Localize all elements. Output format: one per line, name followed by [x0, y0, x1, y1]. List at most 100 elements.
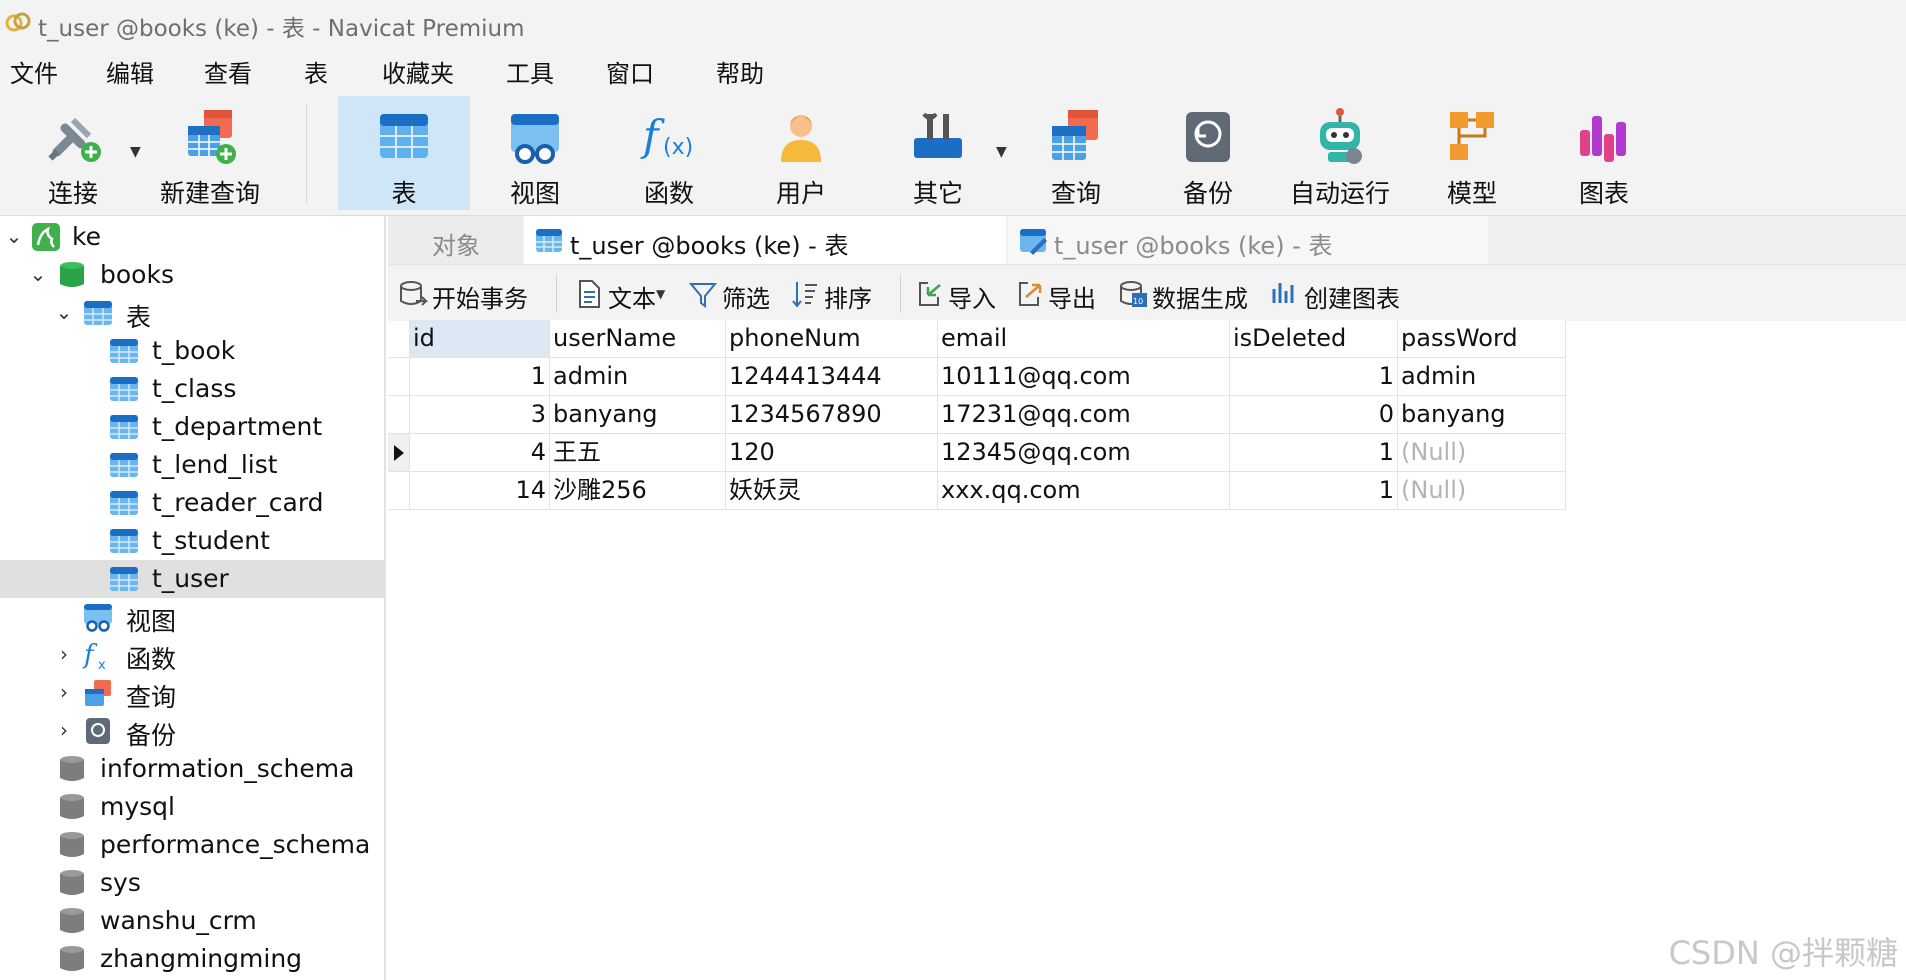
cell-email[interactable]: 12345@qq.com [938, 434, 1230, 472]
new-query-button[interactable]: 新建查询 [152, 96, 268, 210]
menu-view[interactable]: 查看 [204, 54, 252, 89]
cell-username[interactable]: 王五 [550, 434, 726, 472]
function-button[interactable]: f (x) 函数 [614, 96, 724, 210]
table-icon [110, 377, 138, 401]
tree-table-t-user[interactable]: t_user [0, 560, 384, 598]
model-button[interactable]: 模型 [1418, 96, 1526, 210]
tree-table-t-class[interactable]: t_class [0, 370, 384, 408]
column-header-id[interactable]: id [410, 320, 550, 358]
tree-database-sys[interactable]: sys [0, 864, 384, 902]
view-button[interactable]: 视图 [480, 96, 590, 210]
database-closed-icon [60, 794, 84, 819]
cell-id[interactable]: 1 [410, 358, 550, 396]
row-selector[interactable] [388, 472, 410, 510]
tree-database-information-schema[interactable]: information_schema [0, 750, 384, 788]
tree-table-t-department[interactable]: t_department [0, 408, 384, 446]
cell-email[interactable]: xxx.qq.com [938, 472, 1230, 510]
tree-database-wanshu-crm[interactable]: wanshu_crm [0, 902, 384, 940]
cell-isdeleted[interactable]: 1 [1230, 358, 1398, 396]
expand-chevron-icon[interactable]: › [54, 718, 74, 742]
svg-text:f: f [82, 640, 98, 670]
cell-phonenum[interactable]: 120 [726, 434, 938, 472]
user-button[interactable]: 用户 [746, 96, 856, 210]
expand-chevron-icon[interactable]: › [54, 642, 74, 666]
row-selector[interactable] [388, 358, 410, 396]
cell-username[interactable]: banyang [550, 396, 726, 434]
connect-button[interactable]: 连接 [18, 96, 128, 210]
create-chart-button[interactable]: 创建图表 [1270, 277, 1420, 313]
cell-id[interactable]: 3 [410, 396, 550, 434]
tree-group-queries[interactable]: › 查询 [0, 674, 384, 712]
begin-transaction-button[interactable]: 开始事务 [398, 277, 548, 313]
tree-group-tables[interactable]: ⌄ 表 [0, 294, 384, 332]
expand-chevron-icon[interactable]: › [54, 680, 74, 704]
tab-objects[interactable]: 对象 [388, 216, 522, 264]
cell-password[interactable]: admin [1398, 358, 1566, 396]
chart-icon [1580, 116, 1626, 162]
cell-id[interactable]: 4 [410, 434, 550, 472]
collapse-chevron-icon[interactable]: ⌄ [28, 262, 48, 286]
menu-window[interactable]: 窗口 [606, 54, 654, 89]
cell-username[interactable]: admin [550, 358, 726, 396]
chart-button[interactable]: 图表 [1550, 96, 1658, 210]
export-button[interactable]: 导出 [1014, 277, 1110, 313]
tree-connection-ke[interactable]: ⌄ ke [0, 218, 384, 256]
tree-table-t-reader-card[interactable]: t_reader_card [0, 484, 384, 522]
column-header-isdeleted[interactable]: isDeleted [1230, 320, 1398, 358]
cell-password[interactable]: banyang [1398, 396, 1566, 434]
tree-database-zhangmingming[interactable]: zhangmingming [0, 940, 384, 978]
other-dropdown-caret-icon[interactable]: ▼ [996, 144, 1007, 160]
filter-button[interactable]: 筛选 [688, 277, 792, 313]
cell-email[interactable]: 10111@qq.com [938, 358, 1230, 396]
collapse-chevron-icon[interactable]: ⌄ [54, 300, 74, 324]
column-header-email[interactable]: email [938, 320, 1230, 358]
menu-table[interactable]: 表 [304, 54, 328, 89]
tree-database-performance-schema[interactable]: performance_schema [0, 826, 384, 864]
cell-username[interactable]: 沙雕256 [550, 472, 726, 510]
other-button[interactable]: 其它 [882, 96, 994, 210]
tab-t-user-active[interactable]: t_user @books (ke) - 表 [524, 216, 1006, 264]
column-header-password[interactable]: passWord [1398, 320, 1566, 358]
text-button[interactable]: 文本 ▼ [574, 277, 684, 313]
cell-isdeleted[interactable]: 1 [1230, 434, 1398, 472]
begin-transaction-label: 开始事务 [432, 285, 528, 313]
tree-database-mysql[interactable]: mysql [0, 788, 384, 826]
menu-favorites[interactable]: 收藏夹 [382, 54, 454, 89]
text-dropdown-caret-icon[interactable]: ▼ [656, 287, 665, 301]
tree-group-backups[interactable]: › 备份 [0, 712, 384, 750]
menu-file[interactable]: 文件 [10, 54, 58, 89]
cell-isdeleted[interactable]: 0 [1230, 396, 1398, 434]
column-header-phonenum[interactable]: phoneNum [726, 320, 938, 358]
table-button[interactable]: 表 [338, 96, 470, 210]
data-generation-button[interactable]: 10 数据生成 [1118, 277, 1264, 313]
automation-button[interactable]: 自动运行 [1280, 96, 1400, 210]
tree-group-functions[interactable]: › f x 函数 [0, 636, 384, 674]
tree-table-t-lend-list[interactable]: t_lend_list [0, 446, 384, 484]
cell-password-null[interactable]: (Null) [1398, 472, 1566, 510]
tree-table-t-student[interactable]: t_student [0, 522, 384, 560]
menu-tools[interactable]: 工具 [506, 54, 554, 89]
row-selector[interactable] [388, 396, 410, 434]
query-button[interactable]: 查询 [1022, 96, 1130, 210]
menu-edit[interactable]: 编辑 [106, 54, 154, 89]
cell-password-null[interactable]: (Null) [1398, 434, 1566, 472]
tab-t-user-design[interactable]: t_user @books (ke) - 表 [1008, 216, 1488, 264]
row-selector-current[interactable] [388, 434, 410, 472]
cell-phonenum[interactable]: 1244413444 [726, 358, 938, 396]
column-header-username[interactable]: userName [550, 320, 726, 358]
menu-help[interactable]: 帮助 [716, 54, 764, 89]
watermark: CSDN @拌颗糖 [1668, 934, 1898, 972]
backup-button[interactable]: 备份 [1154, 96, 1262, 210]
tree-group-views[interactable]: 视图 [0, 598, 384, 636]
sort-button[interactable]: 排序 [790, 277, 894, 313]
cell-phonenum[interactable]: 1234567890 [726, 396, 938, 434]
cell-isdeleted[interactable]: 1 [1230, 472, 1398, 510]
connect-dropdown-caret-icon[interactable]: ▼ [130, 144, 141, 160]
cell-id[interactable]: 14 [410, 472, 550, 510]
tree-table-t-book[interactable]: t_book [0, 332, 384, 370]
cell-email[interactable]: 17231@qq.com [938, 396, 1230, 434]
import-button[interactable]: 导入 [914, 277, 1010, 313]
cell-phonenum[interactable]: 妖妖灵 [726, 472, 938, 510]
tree-database-books[interactable]: ⌄ books [0, 256, 384, 294]
collapse-chevron-icon[interactable]: ⌄ [4, 224, 24, 248]
